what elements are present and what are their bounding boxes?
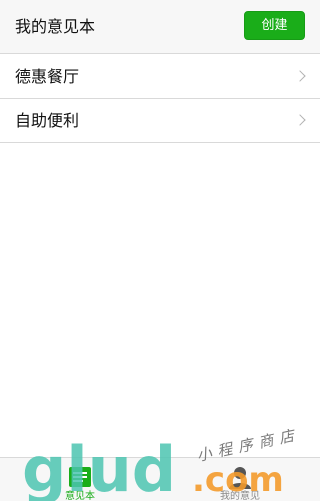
tab-my-opinions[interactable]: 我的意见: [160, 458, 320, 501]
list-item[interactable]: 自助便利: [0, 99, 320, 143]
header: 我的意见本 创建: [0, 0, 320, 54]
tab-notebook[interactable]: 意见本: [0, 458, 160, 501]
tab-label: 意见本: [65, 491, 95, 501]
create-button[interactable]: 创建: [244, 11, 305, 40]
chevron-right-icon: [294, 114, 306, 126]
page-title: 我的意见本: [15, 17, 96, 36]
tab-label: 我的意见: [220, 491, 260, 501]
list-item-label: 德惠餐厅: [15, 67, 80, 86]
notebook-icon: [69, 467, 91, 487]
chevron-right-icon: [294, 70, 306, 82]
notebook-list: 德惠餐厅 自助便利: [0, 55, 320, 143]
list-item[interactable]: 德惠餐厅: [0, 55, 320, 99]
list-item-label: 自助便利: [15, 111, 80, 130]
person-icon: [229, 467, 251, 489]
tab-bar: 意见本 我的意见: [0, 457, 320, 501]
